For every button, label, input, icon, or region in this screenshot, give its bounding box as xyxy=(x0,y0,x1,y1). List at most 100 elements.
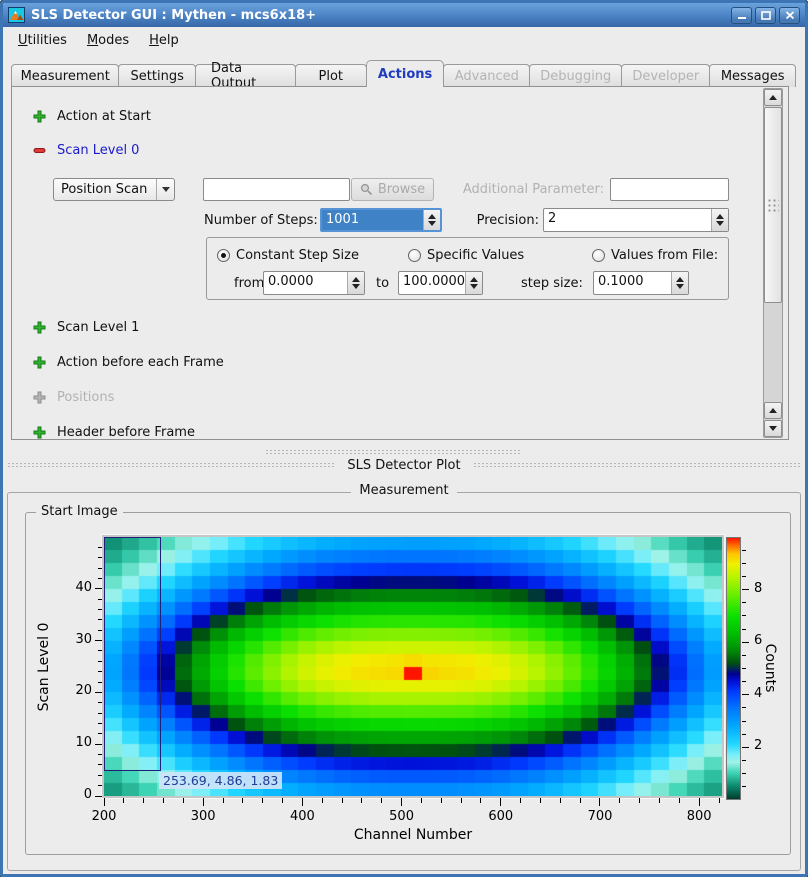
scroll-down-button[interactable] xyxy=(764,420,782,437)
colorbar-minor-tick xyxy=(742,615,746,616)
grip-dots-icon xyxy=(767,198,779,212)
x-minor-tick xyxy=(262,798,263,803)
scrollbar-thumb[interactable] xyxy=(764,107,782,303)
tab-advanced[interactable]: Advanced xyxy=(443,64,530,87)
scroll-up-button[interactable] xyxy=(764,89,782,106)
x-tick-label: 400 xyxy=(280,809,324,824)
values-from-file-label: Values from File: xyxy=(611,248,718,263)
x-minor-tick xyxy=(619,798,620,803)
tab-actions[interactable]: Actions xyxy=(366,60,445,87)
x-minor-tick xyxy=(679,798,680,803)
colorbar-minor-tick xyxy=(742,668,746,669)
titlebar[interactable]: SLS Detector GUI : Mythen - mcs6x18+ xyxy=(3,3,805,27)
scan-level-1-item[interactable]: Scan Level 1 xyxy=(33,319,139,335)
x-major-tick xyxy=(500,798,501,806)
positions-item: Positions xyxy=(33,389,114,405)
menu-modes[interactable]: Modes xyxy=(78,30,138,51)
tab-plot[interactable]: Plot xyxy=(295,64,367,87)
tab-debugging[interactable]: Debugging xyxy=(529,64,622,87)
maximize-button[interactable] xyxy=(755,7,776,24)
radio-icon xyxy=(408,249,421,262)
app-window: SLS Detector GUI : Mythen - mcs6x18+ Uti… xyxy=(0,0,808,877)
y-minor-tick xyxy=(98,764,102,765)
tab-developer[interactable]: Developer xyxy=(621,64,710,87)
step-size-spinbox[interactable]: 0.1000 xyxy=(593,271,689,295)
step-size-label: step size: xyxy=(521,276,583,291)
from-value: 0.0000 xyxy=(264,272,347,294)
constant-step-size-radio[interactable]: Constant Step Size xyxy=(217,247,359,263)
colorbar-minor-tick xyxy=(742,721,746,722)
specific-values-label: Specific Values xyxy=(427,248,524,263)
menu-utilities[interactable]: Utilities xyxy=(9,30,76,51)
tab-messages[interactable]: Messages xyxy=(709,64,796,87)
y-minor-tick xyxy=(98,578,102,579)
scan-mode-value: Position Scan xyxy=(54,182,156,197)
spinner-arrows-icon[interactable] xyxy=(347,272,364,294)
colorbar-minor-tick xyxy=(742,602,746,603)
tab-measurement[interactable]: Measurement xyxy=(11,64,119,87)
tab-settings[interactable]: Settings xyxy=(118,64,196,87)
from-spinbox[interactable]: 0.0000 xyxy=(263,271,365,295)
x-minor-tick xyxy=(361,798,362,803)
x-tick-label: 200 xyxy=(82,809,126,824)
y-major-tick xyxy=(95,692,102,693)
from-label: from xyxy=(234,276,264,291)
scan-level-0-item[interactable]: Scan Level 0 xyxy=(33,142,139,158)
browse-button[interactable]: Browse xyxy=(351,178,434,201)
y-minor-tick xyxy=(98,754,102,755)
scroll-up-button-bottom[interactable] xyxy=(764,402,782,419)
x-minor-tick xyxy=(282,798,283,803)
splitter-label: SLS Detector Plot xyxy=(347,458,460,473)
specific-values-radio[interactable]: Specific Values xyxy=(408,247,524,263)
y-minor-tick xyxy=(98,775,102,776)
colorbar-major-tick xyxy=(742,694,749,695)
x-minor-tick xyxy=(461,798,462,803)
close-button[interactable] xyxy=(779,7,800,24)
additional-parameter-input[interactable] xyxy=(610,178,729,201)
vertical-scrollbar[interactable] xyxy=(763,88,783,438)
header-before-frame-item[interactable]: Header before Frame xyxy=(33,424,195,440)
precision-label: Precision: xyxy=(465,213,539,228)
to-value: 100.0000 xyxy=(399,272,465,294)
spinner-arrows-icon[interactable] xyxy=(711,209,728,231)
precision-spinbox[interactable]: 2 xyxy=(543,208,729,232)
expand-plus-icon xyxy=(33,426,46,439)
y-minor-tick xyxy=(98,733,102,734)
app-icon xyxy=(8,7,25,23)
splitter-handle[interactable]: SLS Detector Plot xyxy=(3,440,805,480)
x-minor-tick xyxy=(659,798,660,803)
minimize-button[interactable] xyxy=(731,7,752,24)
scan-file-input[interactable] xyxy=(203,178,350,201)
y-minor-tick xyxy=(98,785,102,786)
action-at-start-item[interactable]: Action at Start xyxy=(33,108,151,124)
colorbar-minor-tick xyxy=(742,773,746,774)
colorbar-minor-tick xyxy=(742,681,746,682)
plot-area: 253.69, 4.86, 1.83 Channel Number Scan L… xyxy=(26,513,790,854)
y-minor-tick xyxy=(98,547,102,548)
number-of-steps-spinbox[interactable]: 1001 xyxy=(320,208,442,232)
y-minor-tick xyxy=(98,609,102,610)
colorbar-minor-tick xyxy=(742,563,746,564)
browse-label: Browse xyxy=(378,182,425,197)
x-minor-tick xyxy=(520,798,521,803)
window-controls xyxy=(731,7,800,24)
action-before-frame-item[interactable]: Action before each Frame xyxy=(33,354,224,370)
spinner-arrows-icon[interactable] xyxy=(671,272,688,294)
spinner-arrows-icon[interactable] xyxy=(465,272,482,294)
step-mode-groupbox: Constant Step Size Specific Values Value… xyxy=(206,237,729,300)
tab-data-output[interactable]: Data Output xyxy=(195,64,296,87)
scan-mode-combobox[interactable]: Position Scan xyxy=(53,178,175,201)
values-from-file-radio[interactable]: Values from File: xyxy=(592,247,718,263)
to-spinbox[interactable]: 100.0000 xyxy=(398,271,483,295)
positions-label: Positions xyxy=(57,390,114,405)
spinner-arrows-icon[interactable] xyxy=(423,210,440,230)
y-tick-label: 10 xyxy=(60,735,92,750)
y-major-tick xyxy=(95,744,102,745)
step-size-value: 0.1000 xyxy=(594,272,671,294)
colorbar-label: Counts xyxy=(762,588,778,748)
menu-help[interactable]: Help xyxy=(140,30,188,51)
heatmap-canvas[interactable] xyxy=(104,537,722,796)
y-tick-label: 0 xyxy=(60,787,92,802)
y-minor-tick xyxy=(98,671,102,672)
splitter-dots xyxy=(7,462,335,468)
